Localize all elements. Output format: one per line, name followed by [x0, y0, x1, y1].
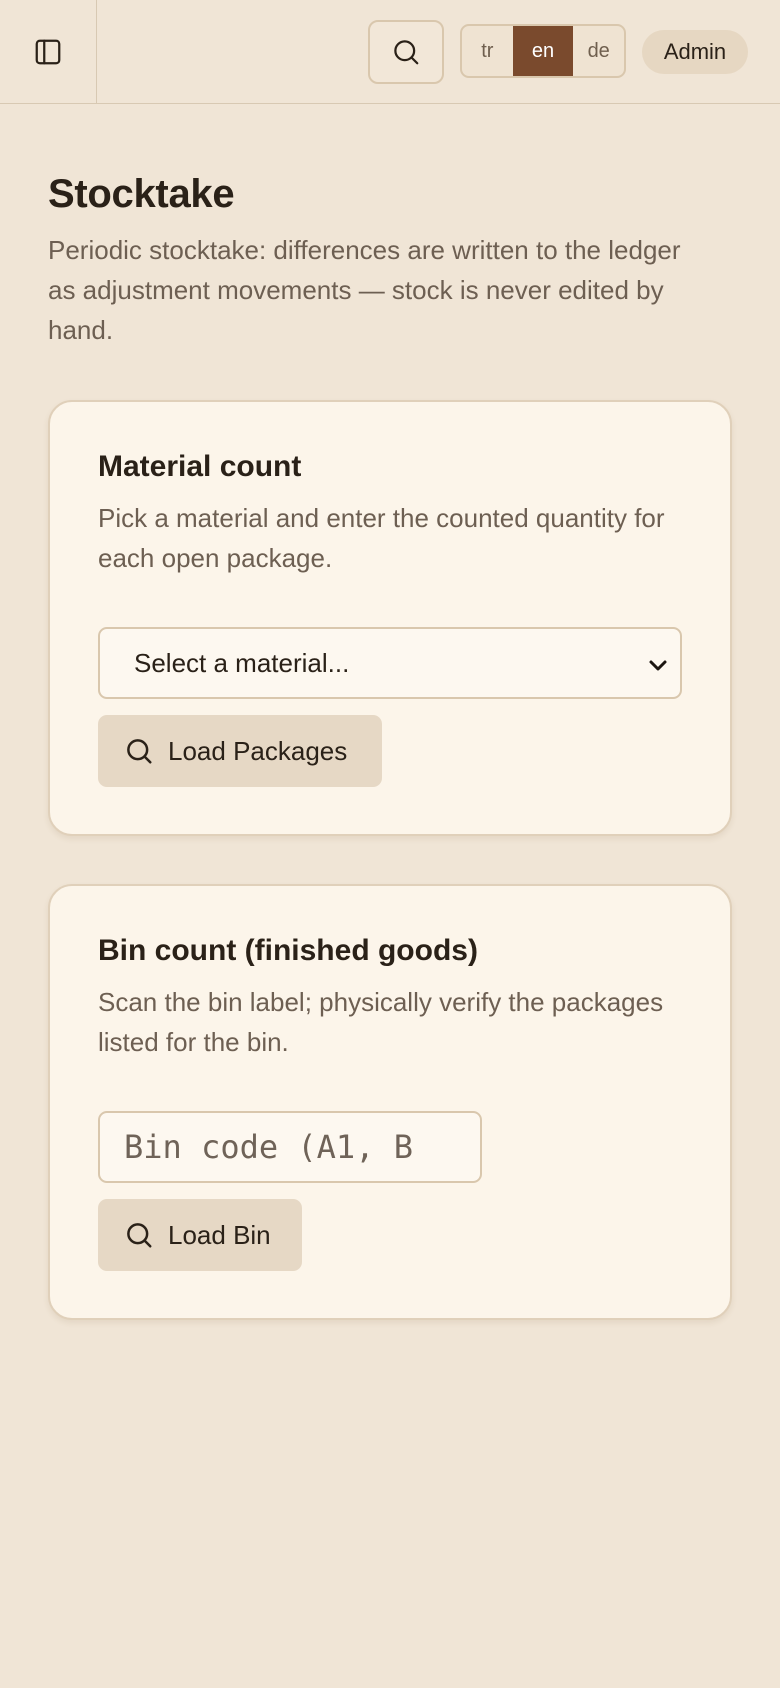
material-select-value: Select a material...	[134, 647, 350, 678]
page-title: Stocktake	[48, 172, 235, 216]
search-button[interactable]	[368, 20, 444, 84]
bin-count-description: Scan the bin label; physically verify th…	[98, 987, 664, 1057]
sidebar-toggle-button[interactable]	[0, 0, 97, 103]
language-switcher: tr en de	[460, 24, 626, 78]
search-icon	[127, 1223, 152, 1248]
sidebar-panel-icon	[35, 39, 61, 64]
language-option-de[interactable]: de	[573, 26, 624, 76]
bin-code-input[interactable]	[98, 1111, 482, 1183]
material-count-title: Material count	[98, 450, 302, 483]
page-description: Periodic stocktake: differences are writ…	[48, 235, 681, 345]
load-bin-label: Load Bin	[168, 1219, 271, 1250]
load-packages-label: Load Packages	[168, 735, 348, 766]
language-option-en[interactable]: en	[512, 26, 574, 76]
bin-count-card: Bin count (finished goods) Scan the bin …	[48, 884, 732, 1320]
top-bar: tr en de Admin	[0, 0, 780, 104]
user-menu-button[interactable]: Admin	[642, 30, 748, 74]
material-count-card: Material count Pick a material and enter…	[48, 400, 732, 836]
material-count-description: Pick a material and enter the counted qu…	[98, 503, 665, 573]
chevron-down-icon	[649, 660, 667, 671]
search-icon	[394, 40, 419, 65]
bin-count-title: Bin count (finished goods)	[98, 934, 478, 967]
load-bin-button[interactable]: Load Bin	[98, 1199, 302, 1271]
load-packages-button[interactable]: Load Packages	[98, 715, 382, 787]
language-option-tr[interactable]: tr	[462, 26, 513, 76]
material-select[interactable]: Select a material...	[98, 627, 682, 699]
search-icon	[127, 739, 152, 764]
